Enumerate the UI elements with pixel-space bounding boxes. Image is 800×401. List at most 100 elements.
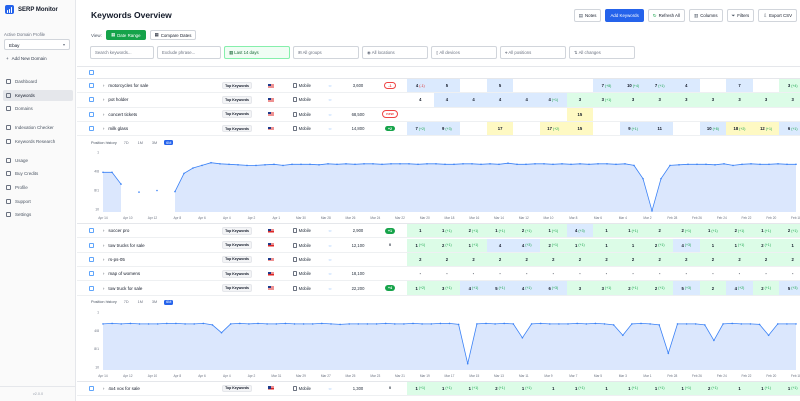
link-icon[interactable]: ⇔ <box>328 257 333 262</box>
history-point[interactable] <box>390 163 392 165</box>
date-position-cell[interactable]: 1 (+1) <box>433 381 461 395</box>
row-checkbox[interactable] <box>88 111 94 117</box>
row-checkbox[interactable] <box>88 385 94 391</box>
date-position-cell[interactable]: - <box>620 267 647 280</box>
col-header-today[interactable] <box>407 67 434 78</box>
date-position-cell[interactable]: 1 (+1) <box>619 381 647 395</box>
row-select-cell[interactable] <box>87 267 95 280</box>
date-position-cell[interactable] <box>726 108 753 121</box>
history-point[interactable] <box>273 163 275 166</box>
date-position-cell[interactable]: - <box>646 267 673 280</box>
history-point[interactable] <box>318 164 320 166</box>
keyword-cell[interactable]: › tow trucks for sale <box>103 239 203 252</box>
date-position-cell[interactable]: 6 (+1) <box>779 121 800 136</box>
history-point[interactable] <box>649 322 651 325</box>
date-range-button[interactable]: ▦ Date Range <box>105 30 146 40</box>
history-point[interactable] <box>453 163 455 166</box>
history-point[interactable] <box>633 164 635 167</box>
history-point[interactable] <box>300 163 302 166</box>
expand-chevron-icon[interactable]: › <box>103 126 104 131</box>
history-point[interactable] <box>183 172 185 175</box>
date-position-cell[interactable]: 15 <box>566 121 594 136</box>
history-point[interactable] <box>777 163 779 165</box>
date-position-cell[interactable]: 3 (+1) <box>433 281 461 295</box>
date-position-cell[interactable]: - <box>673 267 700 280</box>
today-position-cell[interactable]: 1 (+1) <box>407 238 434 252</box>
group-tag[interactable]: Top Keywords <box>222 241 252 249</box>
col-header-device[interactable] <box>287 67 317 78</box>
date-position-cell[interactable]: 2 (+1) <box>699 381 727 395</box>
date-position-cell[interactable]: 5 (+3) <box>779 281 800 295</box>
history-point[interactable] <box>156 189 158 192</box>
history-point[interactable] <box>714 164 716 166</box>
history-point[interactable] <box>219 163 221 165</box>
date-position-cell[interactable] <box>700 79 727 92</box>
col-header-keyword[interactable] <box>103 67 203 78</box>
date-position-cell[interactable]: 4 (+2) <box>726 281 753 295</box>
history-point[interactable] <box>220 331 223 334</box>
today-position-cell[interactable]: 1 <box>407 224 434 238</box>
keyword-cell[interactable]: › 4x4 vox for sale <box>103 382 203 395</box>
devices-filter[interactable]: ▯ All devices <box>431 46 497 59</box>
history-point[interactable] <box>266 322 268 325</box>
history-point[interactable] <box>394 322 396 325</box>
columns-button[interactable]: ▥ Columns <box>688 9 723 22</box>
history-point[interactable] <box>795 322 797 325</box>
history-point[interactable] <box>229 322 232 325</box>
history-point[interactable] <box>311 322 314 325</box>
date-position-cell[interactable]: 2 <box>699 281 727 295</box>
date-position-cell[interactable]: 7 (+8) <box>593 79 620 93</box>
date-position-cell[interactable]: 4 <box>486 93 514 107</box>
history-point[interactable] <box>111 322 113 324</box>
date-position-cell[interactable]: 2 (+1) <box>726 224 753 238</box>
history-point[interactable] <box>345 163 347 165</box>
history-point[interactable] <box>485 322 487 324</box>
group-tag[interactable]: Top Keywords <box>222 284 252 292</box>
expand-chevron-icon[interactable]: › <box>103 97 104 102</box>
history-point[interactable] <box>193 322 195 325</box>
date-filter[interactable]: ▦ Last 14 days <box>224 46 290 59</box>
date-position-cell[interactable]: 3 <box>779 93 800 107</box>
sidebar-item-keywords-research[interactable]: Keywords Research <box>3 136 73 147</box>
history-point[interactable] <box>732 164 734 167</box>
col-header-dynamics[interactable] <box>373 67 407 78</box>
date-position-cell[interactable] <box>673 108 700 121</box>
date-position-cell[interactable]: 2 <box>513 252 540 267</box>
history-point[interactable] <box>302 322 305 325</box>
history-point[interactable] <box>381 163 383 166</box>
row-select-cell[interactable] <box>87 122 95 135</box>
keyword-cell[interactable]: › rs-ps-05 <box>103 253 203 266</box>
history-point[interactable] <box>357 322 360 325</box>
positions-filter[interactable]: ⌖ All positions <box>500 46 566 59</box>
expand-chevron-icon[interactable]: › <box>103 228 104 233</box>
date-position-cell[interactable]: 3 (+4) <box>779 79 800 93</box>
history-point[interactable] <box>658 323 660 326</box>
sidebar-item-profile[interactable]: Profile <box>3 182 73 193</box>
date-position-cell[interactable]: 1 (+1) <box>673 381 700 395</box>
date-position-cell[interactable]: 6 (+3) <box>540 281 567 295</box>
sidebar-item-support[interactable]: Support <box>3 196 73 207</box>
history-point[interactable] <box>192 167 194 169</box>
history-point[interactable] <box>339 323 341 325</box>
keyword-cell[interactable]: › milk glass <box>103 122 203 135</box>
history-point[interactable] <box>480 163 482 166</box>
date-position-cell[interactable]: 10 (+4) <box>619 79 647 93</box>
expand-chevron-icon[interactable]: › <box>103 286 104 291</box>
link-icon[interactable]: ⇔ <box>328 286 333 291</box>
history-point[interactable] <box>248 322 250 325</box>
date-position-cell[interactable] <box>593 108 620 121</box>
history-point[interactable] <box>667 352 670 354</box>
date-position-cell[interactable]: 17 (+2) <box>540 121 567 136</box>
history-point[interactable] <box>237 164 239 166</box>
date-position-cell[interactable]: 1 (+1) <box>646 381 673 395</box>
date-position-cell[interactable]: 2 <box>752 252 780 267</box>
date-position-cell[interactable]: 1 (+1) <box>460 238 487 252</box>
history-point[interactable] <box>723 163 725 165</box>
col-header-date[interactable] <box>779 67 800 78</box>
history-point[interactable] <box>309 163 311 166</box>
history-point[interactable] <box>348 322 351 325</box>
history-point[interactable] <box>795 163 797 166</box>
export-csv-button[interactable]: ⇩ Export CSV <box>758 9 797 22</box>
history-point[interactable] <box>759 163 761 166</box>
add-domain-button[interactable]: + Add New Domain <box>6 56 47 61</box>
